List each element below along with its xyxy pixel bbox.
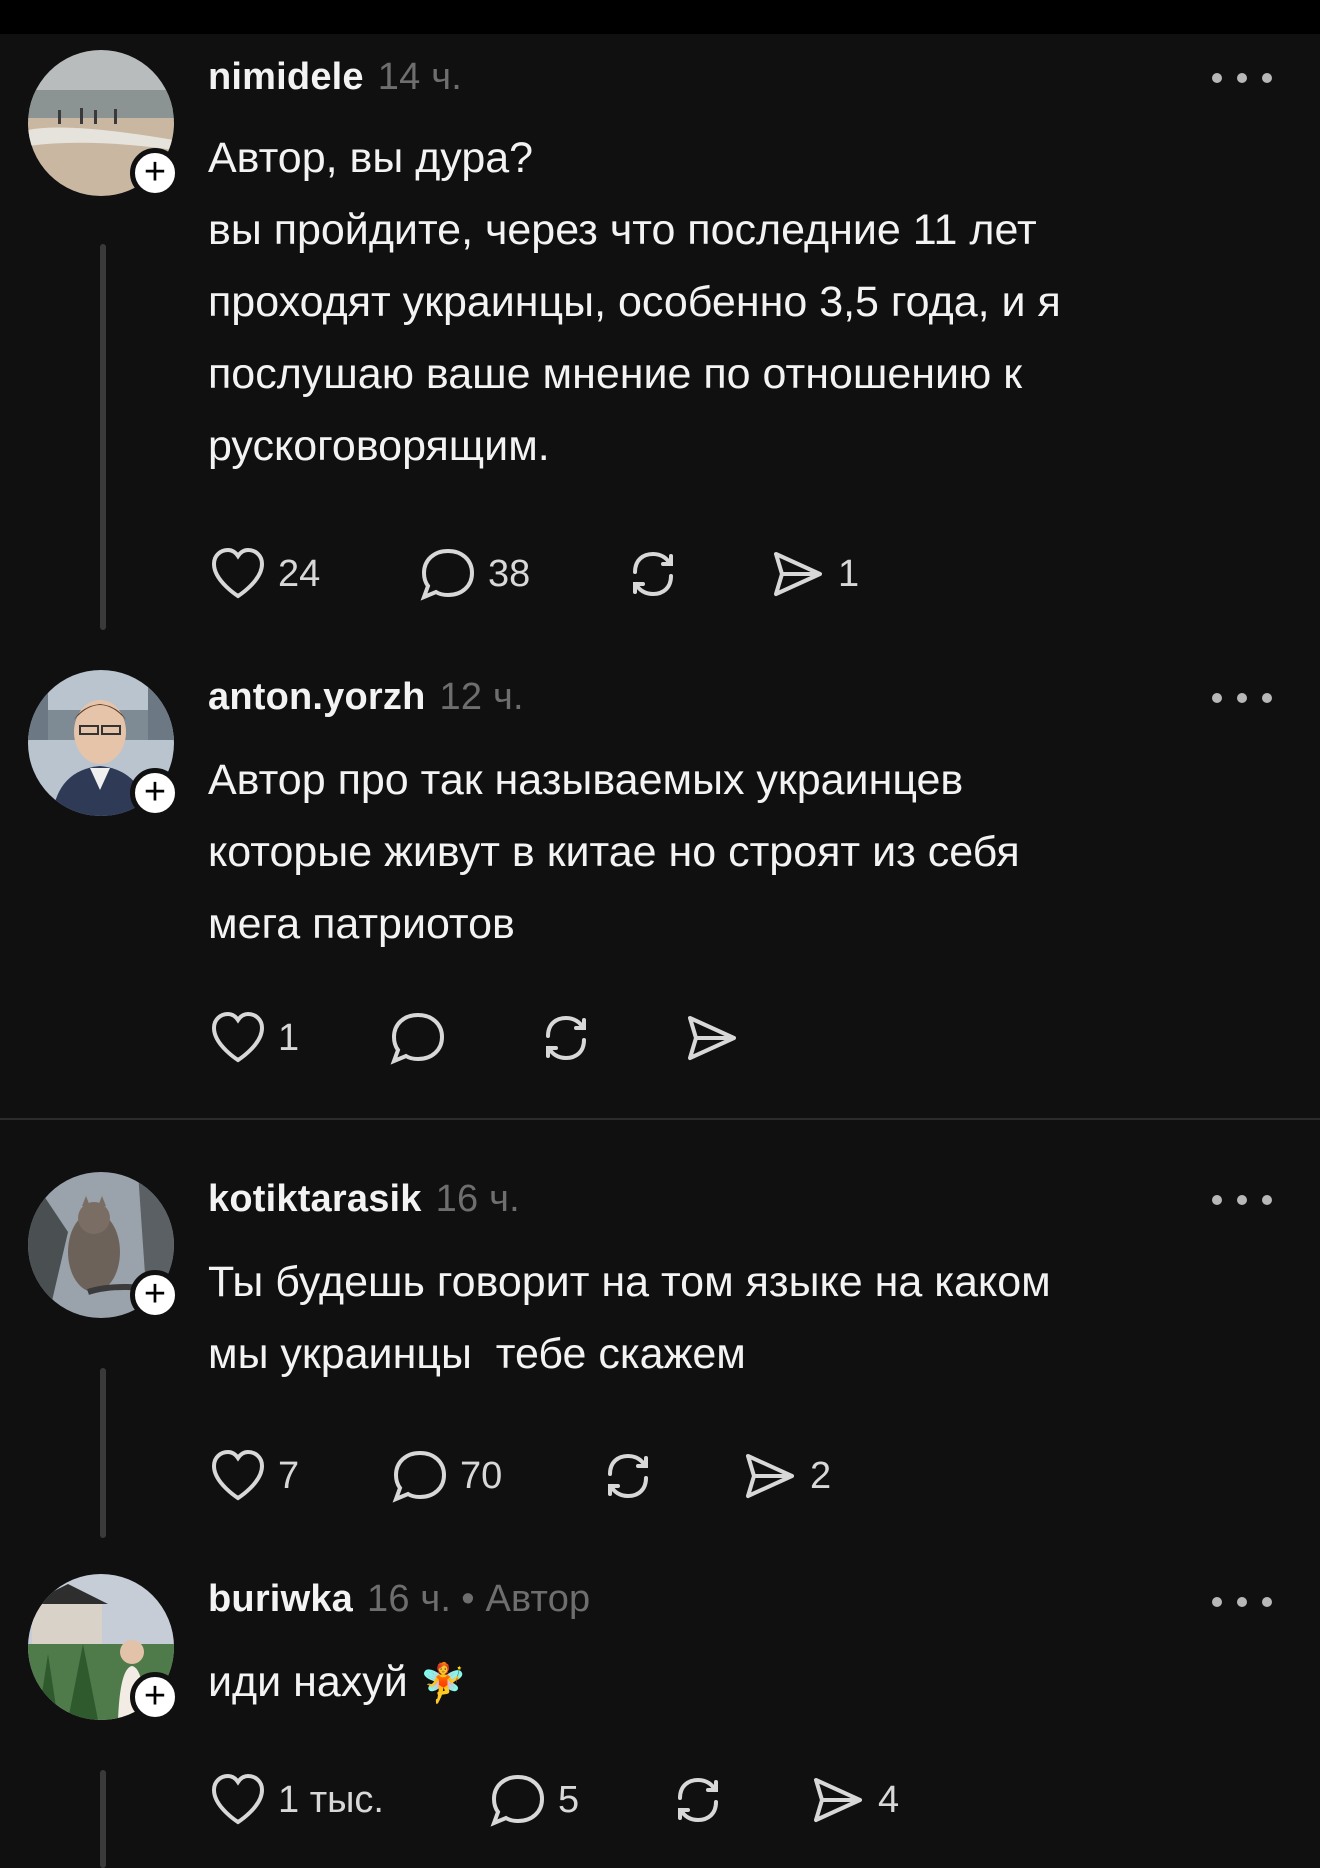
timestamp: 16 ч. — [435, 1178, 520, 1220]
comment-text: иди нахуй 🧚 — [208, 1658, 468, 1706]
like-button[interactable]: 1 — [208, 1010, 388, 1066]
like-button[interactable]: 24 — [208, 546, 418, 602]
plus-icon: + — [143, 770, 167, 813]
follow-button[interactable]: + — [130, 768, 180, 818]
comment-text: Ты будешь говорит на том языке на каком … — [208, 1258, 1051, 1378]
thread-line — [100, 244, 106, 630]
heart-icon — [211, 1773, 265, 1825]
comment-bubble-icon — [420, 548, 475, 601]
comment-bubble-icon — [490, 1774, 545, 1827]
author-badge: • Автор — [461, 1578, 591, 1620]
plus-icon: + — [143, 1272, 167, 1315]
thread-line — [100, 1368, 106, 1538]
timestamp: 16 ч. — [367, 1578, 452, 1620]
username[interactable]: kotiktarasik 16 ч. — [208, 1178, 520, 1221]
username[interactable]: buriwka 16 ч. • Автор — [208, 1578, 590, 1621]
repost-icon — [633, 551, 673, 597]
share-button[interactable]: 1 — [768, 546, 859, 602]
comment-text: Автор, вы дура? вы пройдите, через что п… — [208, 134, 1061, 470]
reply-button[interactable]: 5 — [488, 1772, 668, 1828]
username[interactable]: anton.yorzh 12 ч. — [208, 676, 524, 719]
more-options-icon[interactable] — [1212, 1592, 1272, 1612]
repost-icon — [546, 1015, 586, 1061]
timestamp: 12 ч. — [439, 676, 524, 718]
reply-button[interactable]: 38 — [418, 546, 623, 602]
plus-icon: + — [143, 150, 167, 193]
divider — [0, 1118, 1320, 1120]
more-options-icon[interactable] — [1212, 68, 1272, 88]
repost-button[interactable] — [598, 1448, 740, 1504]
send-icon — [746, 1454, 794, 1498]
send-icon — [814, 1778, 862, 1822]
reply-button[interactable]: 70 — [390, 1448, 598, 1504]
fairy-emoji: 🧚 — [419, 1663, 468, 1705]
more-options-icon[interactable] — [1212, 1190, 1272, 1210]
share-button[interactable]: 2 — [740, 1448, 831, 1504]
repost-button[interactable] — [536, 1010, 682, 1066]
repost-icon — [608, 1453, 648, 1499]
follow-button[interactable]: + — [130, 1270, 180, 1320]
repost-icon — [678, 1777, 718, 1823]
action-bar: 24 38 1 — [208, 544, 859, 604]
like-button[interactable]: 7 — [208, 1448, 390, 1504]
status-bar-area — [0, 0, 1320, 34]
thread-line — [100, 1770, 106, 1868]
send-icon — [774, 552, 822, 596]
plus-icon: + — [143, 1674, 167, 1717]
heart-icon — [211, 1011, 265, 1063]
comment-text: Автор про так называемых украинцев котор… — [208, 756, 1020, 948]
more-options-icon[interactable] — [1212, 688, 1272, 708]
send-icon — [688, 1016, 736, 1060]
username[interactable]: nimidele 14 ч. — [208, 56, 462, 99]
like-button[interactable]: 1 тыс. — [208, 1772, 488, 1828]
heart-icon — [211, 1449, 265, 1501]
comment-bubble-icon — [390, 1012, 445, 1065]
follow-button[interactable]: + — [130, 148, 180, 198]
repost-button[interactable] — [668, 1772, 808, 1828]
comment-bubble-icon — [392, 1450, 447, 1503]
heart-icon — [211, 547, 265, 599]
reply-button[interactable] — [388, 1010, 536, 1066]
action-bar: 1 — [208, 1008, 742, 1068]
share-button[interactable] — [682, 1010, 742, 1066]
share-button[interactable]: 4 — [808, 1772, 899, 1828]
follow-button[interactable]: + — [130, 1672, 180, 1722]
repost-button[interactable] — [623, 546, 768, 602]
action-bar: 7 70 2 — [208, 1446, 831, 1506]
action-bar: 1 тыс. 5 4 — [208, 1770, 899, 1830]
timestamp: 14 ч. — [377, 56, 462, 98]
